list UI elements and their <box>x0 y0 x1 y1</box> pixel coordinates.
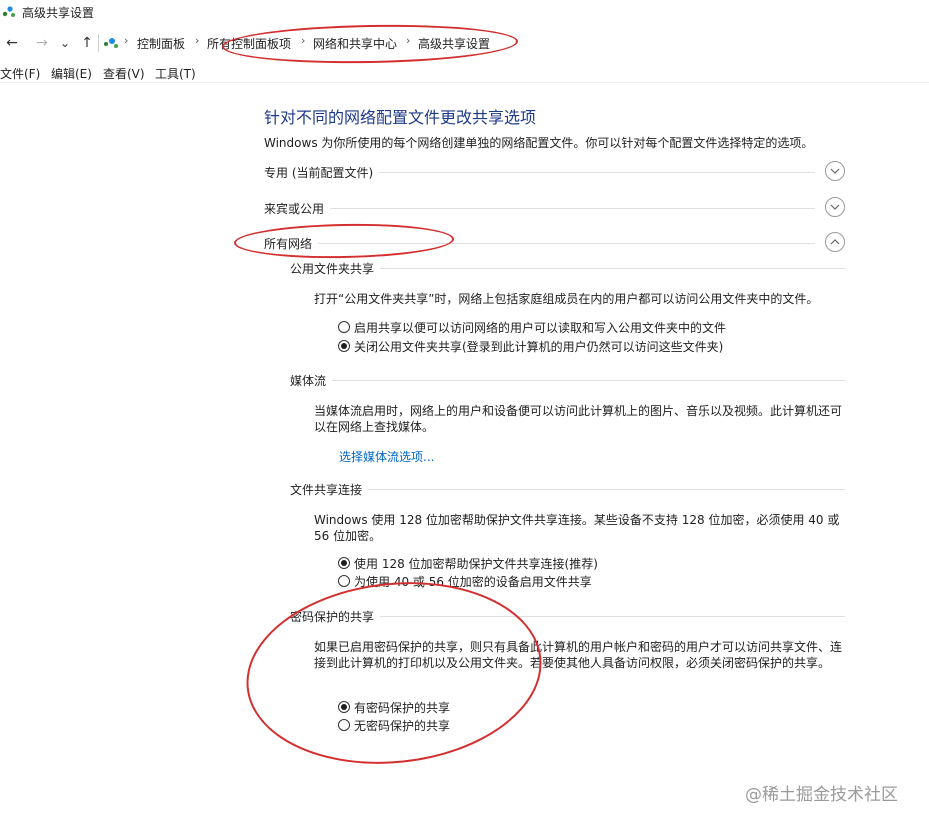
password-sharing-title: 密码保护的共享 <box>290 608 381 625</box>
menu-file[interactable]: 文件(F) <box>0 65 40 82</box>
radio-label[interactable]: 关闭公用文件夹共享(登录到此计算机的用户仍然可以访问这些文件夹) <box>354 338 723 355</box>
page-description: Windows 为你所使用的每个网络创建单独的网络配置文件。你可以针对每个配置文… <box>264 136 814 150</box>
window-title: 高级共享设置 <box>22 6 95 20</box>
breadcrumb-advanced-sharing[interactable]: 高级共享设置 <box>418 35 490 52</box>
profile-guest-public[interactable]: 来宾或公用 <box>264 197 845 219</box>
profile-all-networks[interactable]: 所有网络 <box>264 232 845 254</box>
breadcrumb-separator: › <box>124 34 129 47</box>
forward-button[interactable]: → <box>32 31 52 55</box>
page-title: 针对不同的网络配置文件更改共享选项 <box>264 108 537 127</box>
divider <box>264 243 815 244</box>
radio-button-selected[interactable] <box>338 701 350 713</box>
public-folder-title: 公用文件夹共享 <box>290 260 381 277</box>
breadcrumb-separator: › <box>301 34 306 47</box>
media-streaming-description: 当媒体流启用时，网络上的用户和设备便可以访问此计算机上的图片、音乐以及视频。此计… <box>314 404 843 434</box>
breadcrumb-all-items[interactable]: 所有控制面板项 <box>207 35 291 52</box>
radio-button[interactable] <box>338 719 350 731</box>
breadcrumb-separator: › <box>406 34 411 47</box>
divider <box>290 380 845 381</box>
radio-button-selected[interactable] <box>338 340 350 352</box>
menu-tools[interactable]: 工具(T) <box>155 65 196 82</box>
public-folder-section-header: 公用文件夹共享 <box>290 259 845 277</box>
network-icon <box>2 6 15 17</box>
expand-chevron-down-icon[interactable] <box>825 197 845 217</box>
radio-label[interactable]: 为使用 40 或 56 位加密的设备启用文件共享 <box>354 573 592 590</box>
navigation-bar: ← → ⌄ ↑ › 控制面板 › 所有控制面板项 › 网络和共享中心 › 高级共… <box>0 31 929 55</box>
password-sharing-description: 如果已启用密码保护的共享，则只有具备此计算机的用户帐户和密码的用户才可以访问共享… <box>314 640 843 670</box>
up-button[interactable]: ↑ <box>78 31 96 55</box>
radio-label[interactable]: 无密码保护的共享 <box>354 717 450 734</box>
radio-label[interactable]: 启用共享以便可以访问网络的用户可以读取和写入公用文件夹中的文件 <box>354 319 726 336</box>
breadcrumb-control-panel[interactable]: 控制面板 <box>137 35 185 52</box>
breadcrumb-separator: › <box>195 34 200 47</box>
menu-edit[interactable]: 编辑(E) <box>51 65 92 82</box>
radio-label[interactable]: 有密码保护的共享 <box>354 699 450 716</box>
annotation-ellipse-password-sharing <box>237 568 551 778</box>
profile-private[interactable]: 专用 (当前配置文件) <box>264 161 845 183</box>
profile-guest-label: 来宾或公用 <box>264 200 331 217</box>
collapse-chevron-up-icon[interactable] <box>825 232 845 252</box>
media-streaming-options-link[interactable]: 选择媒体流选项... <box>339 448 434 465</box>
file-sharing-section-header: 文件共享连接 <box>290 480 845 498</box>
file-sharing-description: Windows 使用 128 位加密帮助保护文件共享连接。某些设备不支持 128… <box>314 513 840 543</box>
radio-button[interactable] <box>338 575 350 587</box>
expand-chevron-down-icon[interactable] <box>825 161 845 181</box>
media-streaming-section-header: 媒体流 <box>290 371 845 389</box>
profile-all-networks-label: 所有网络 <box>264 235 319 252</box>
public-folder-description: 打开“公用文件夹共享”时，网络上包括家庭组成员在内的用户都可以访问公用文件夹中的… <box>314 292 819 306</box>
menu-view[interactable]: 查看(V) <box>103 65 145 82</box>
watermark-text: @稀土掘金技术社区 <box>745 785 898 805</box>
address-bar-divider <box>98 34 99 52</box>
radio-label[interactable]: 使用 128 位加密帮助保护文件共享连接(推荐) <box>354 555 598 572</box>
menu-bar: 文件(F) 编辑(E) 查看(V) 工具(T) <box>0 64 929 83</box>
media-streaming-title: 媒体流 <box>290 372 333 389</box>
file-sharing-title: 文件共享连接 <box>290 481 369 498</box>
recent-locations-button[interactable]: ⌄ <box>58 31 72 55</box>
divider <box>264 208 815 209</box>
breadcrumb-network-center[interactable]: 网络和共享中心 <box>313 35 397 52</box>
profile-private-label: 专用 (当前配置文件) <box>264 164 380 181</box>
radio-button[interactable] <box>338 321 350 333</box>
title-bar: 高级共享设置 <box>0 0 929 24</box>
control-panel-icon <box>104 38 118 48</box>
divider <box>290 489 845 490</box>
back-button[interactable]: ← <box>2 31 22 55</box>
radio-button-selected[interactable] <box>338 557 350 569</box>
password-sharing-section-header: 密码保护的共享 <box>290 607 845 625</box>
